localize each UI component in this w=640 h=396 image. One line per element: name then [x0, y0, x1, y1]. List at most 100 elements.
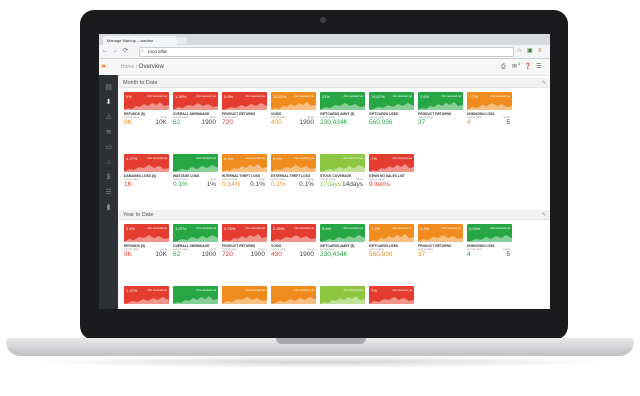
kpi-tile: 74.67% • Not received yet: [369, 92, 414, 110]
menu-icon[interactable]: ≡: [538, 47, 542, 56]
kpi-card[interactable]: • Not received yet: [271, 286, 316, 309]
kpi-card[interactable]: • Not received yet: [320, 286, 365, 309]
sparkline: [320, 296, 365, 304]
breadcrumb-root[interactable]: Home: [121, 64, 134, 70]
pin-icon[interactable]: ✎: [542, 211, 546, 219]
kpi-tile: 12.52% • Not received yet: [271, 92, 316, 110]
section-header: Month to Date ✎: [119, 78, 550, 88]
download-icon[interactable]: ⬇: [104, 98, 113, 107]
kpi-card[interactable]: 0.03% • Not received yet UNKNOWN LOSS curre…: [467, 224, 512, 261]
notification-icon[interactable]: ✉: [512, 63, 517, 71]
kpi-card[interactable]: 5.6% • Not received yet PRODUCT RETURNS cur…: [222, 92, 267, 129]
kpi-current-value: 430: [271, 251, 282, 258]
kpi-current-value: 17days: [320, 181, 341, 188]
kpi-percent: 0.03%: [469, 226, 481, 231]
sparkline-area: [369, 234, 414, 242]
kpi-current-value: 37: [418, 251, 426, 258]
kpi-percent: 74.67%: [371, 94, 385, 99]
sparkline-area: [222, 103, 267, 110]
arrow-left-icon[interactable]: ←: [102, 47, 108, 56]
kpi-status-tag: • Not received yet: [440, 227, 461, 230]
extension-icon[interactable]: ▣: [527, 47, 533, 56]
print-icon[interactable]: ⎙: [501, 63, 506, 71]
kpi-card[interactable]: • Not received yet STOCK COVERAGE current …: [320, 154, 365, 191]
kpi-current-value: 62: [173, 251, 181, 258]
sparkline-area: [369, 297, 414, 304]
list-icon[interactable]: ☰: [104, 188, 113, 197]
kpi-status-tag: • Not received yet: [293, 227, 314, 230]
reload-icon[interactable]: ⟳: [123, 47, 128, 56]
docs-icon[interactable]: ▤: [104, 83, 113, 92]
kpi-card[interactable]: • Not received yet: [173, 286, 218, 309]
wifi-icon[interactable]: ≋: [104, 128, 113, 137]
kpi-card[interactable]: 1.26% • Not received yet OVERALL SHRINKAGE…: [173, 92, 218, 129]
kpi-percent: 7%: [371, 288, 377, 293]
kpi-card[interactable]: 0.1% • Not received yet INTERNAL THEFT LOS…: [222, 154, 267, 191]
kpi-card[interactable]: 0.4% • Not received yet GIFTCARDS AMNT ($)…: [320, 224, 365, 261]
section-header: Year to Date ✎: [119, 210, 550, 220]
new-tab-button[interactable]: [177, 37, 187, 44]
monitor-icon[interactable]: ▭: [104, 143, 113, 152]
kpi-target-value: 5: [506, 119, 510, 126]
browser-tab[interactable]: Manage Markup – wadmn: [103, 36, 177, 45]
kpi-percent: 0.4%: [126, 226, 136, 231]
kpi-status-tag: • Not received yet: [489, 227, 510, 230]
alert-icon[interactable]: ⚠: [104, 113, 113, 122]
kpi-card[interactable]: 0.76% • Not received yet PRODUCT RETURNS cu…: [222, 224, 267, 261]
kpi-card[interactable]: 7% • Not received yet: [369, 286, 414, 309]
kpi-card[interactable]: 1.27% • Not received yet: [124, 286, 169, 309]
sparkline: [369, 234, 414, 242]
kpi-status-tag: • Not received yet: [391, 95, 412, 98]
dollar-icon[interactable]: $: [104, 173, 113, 182]
kpi-current-value: 230,434K: [320, 251, 348, 258]
kpi-target-value: 10K: [155, 119, 167, 126]
breadcrumb: Home › Overview: [121, 63, 164, 71]
kpi-status-tag: • Not received yet: [195, 227, 216, 230]
laptop-shadow: [30, 356, 610, 368]
hamburger-icon[interactable]: ☰: [536, 63, 541, 71]
kpi-status-tag: • Not received yet: [195, 289, 216, 292]
kpi-card[interactable]: 2.26% • Not received yet VOIDS current valu…: [271, 224, 316, 261]
kpi-card[interactable]: 2.6% • Not received yet PRODUCT RETURNS cur…: [418, 92, 463, 129]
kpi-card[interactable]: 7.7% • Not received yet UNKNOWN LOSS curren…: [467, 92, 512, 129]
kpi-current-value: 560,936: [369, 251, 393, 258]
kpi-current-value: 560,936: [369, 119, 393, 126]
kpi-tile: 1.27% • Not received yet: [124, 286, 169, 304]
kpi-card[interactable]: 1.27% • Not received yet OVERALL SHRINKAGE…: [173, 224, 218, 261]
tag-icon[interactable]: ⌂: [104, 158, 113, 167]
sparkline-area: [222, 297, 267, 304]
arrow-right-icon[interactable]: →: [112, 47, 118, 56]
url-input[interactable]: rocd x/ba: [139, 47, 514, 57]
kpi-card[interactable]: 0.4% • Not received yet REFUNDS ($) current…: [124, 224, 169, 261]
kpi-card[interactable]: 0.2% • Not received yet PRODUCT RETURNS cur…: [418, 224, 463, 261]
sparkline: [418, 235, 463, 242]
kpi-card[interactable]: 74.67% • Not received yet GIFTCARDS USED cu…: [369, 92, 414, 129]
kpi-percent: 2.6%: [420, 94, 430, 99]
kpi-card[interactable]: 1.27% • Not received yet DAMAGED LOSS ($) c…: [124, 154, 169, 191]
kpi-current-value: 62: [173, 119, 181, 126]
kpi-card[interactable]: 7.2% • Not received yet GIFTCARDS USED curr…: [369, 224, 414, 261]
bookmark-icon[interactable]: ▮: [104, 203, 113, 212]
kpi-card[interactable]: • Not received yet: [222, 286, 267, 309]
pin-icon[interactable]: ✎: [542, 79, 546, 87]
bookmark-star-icon[interactable]: ☆: [517, 47, 522, 56]
kpi-card[interactable]: 21% • Not received yet GIFTCARDS AMNT ($) c…: [320, 92, 365, 129]
sparkline: [418, 102, 463, 110]
app-logo[interactable]: ›››: [101, 63, 106, 71]
kpi-percent: 1.26%: [175, 94, 187, 99]
kpi-card[interactable]: 0.1% • Not received yet EXTERNAL THEFT LOS…: [271, 154, 316, 191]
kpi-current-value: 9K: [124, 119, 132, 126]
sparkline: [320, 103, 365, 110]
sparkline-area: [124, 165, 169, 172]
kpi-card[interactable]: 9% • Not received yet REFUNDS ($) current v…: [124, 92, 169, 129]
kpi-card[interactable]: 12.52% • Not received yet VOIDS current val…: [271, 92, 316, 129]
sparkline-area: [173, 235, 218, 242]
app-header: ››› Home › Overview ⎙ ✉ 2 ❓ ☰: [99, 59, 550, 76]
sparkline-area: [173, 296, 218, 304]
sparkline-area: [271, 297, 316, 304]
help-icon[interactable]: ❓: [524, 63, 531, 71]
sparkline: [222, 103, 267, 110]
kpi-card[interactable]: 7% • Not received yet ITEMS NO SALES LIST c…: [369, 154, 414, 191]
kpi-card[interactable]: • Not received yet WASTAGE LOSS current va…: [173, 154, 218, 191]
sparkline-area: [320, 235, 365, 242]
